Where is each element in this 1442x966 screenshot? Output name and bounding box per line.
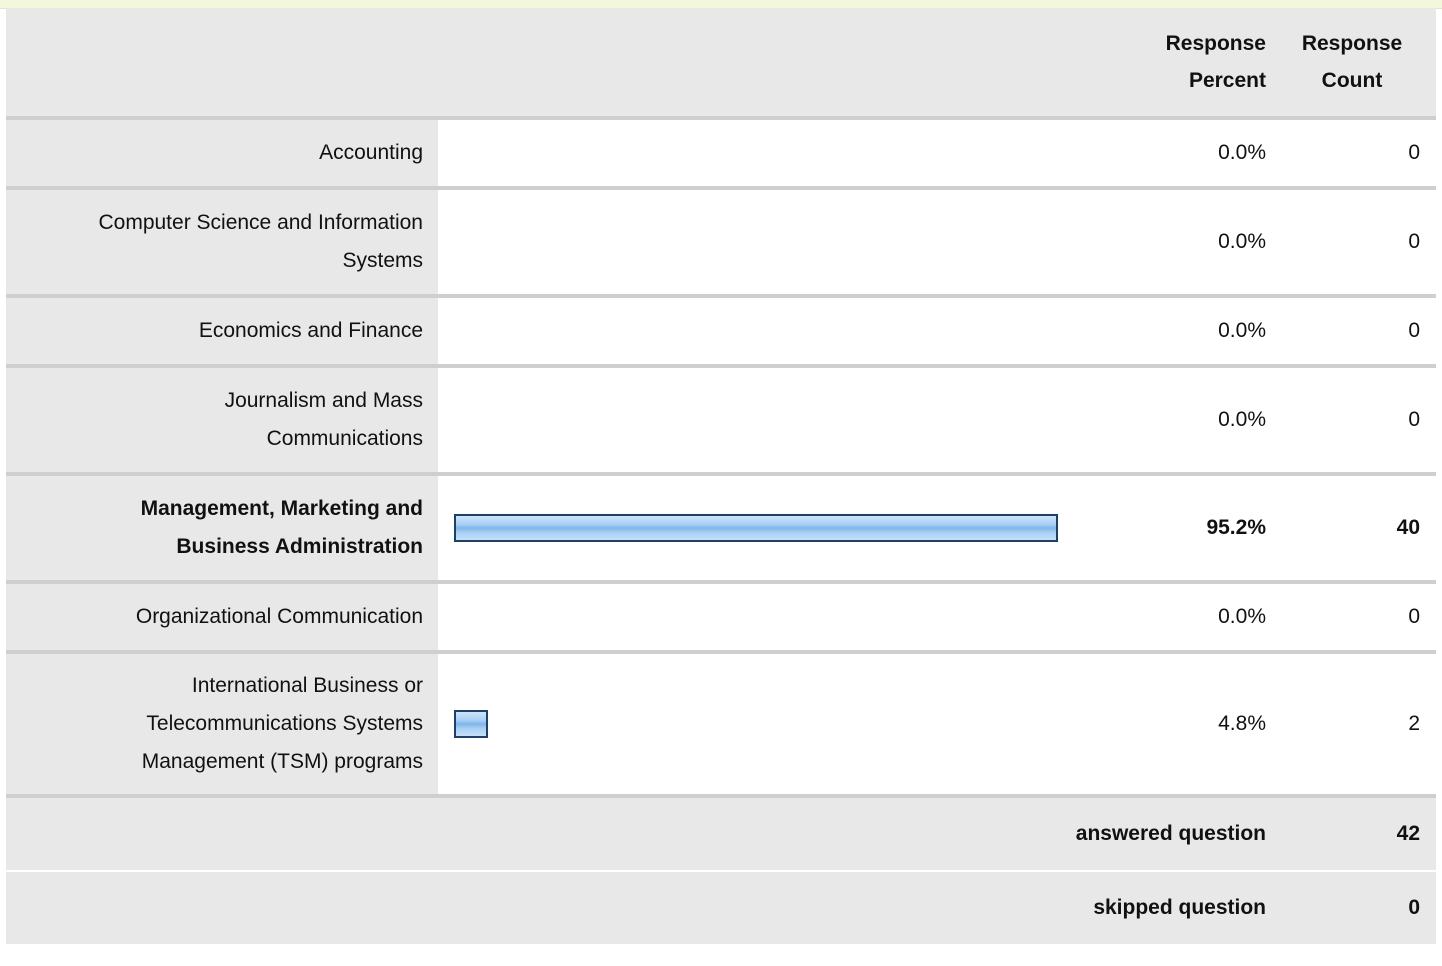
response-count: 0 [1268,120,1436,186]
table-row: Organizational Communication 0.0% 0 [6,584,1436,650]
response-bar-cell [438,368,1102,472]
response-bar-cell [438,190,1102,294]
response-count: 0 [1268,584,1436,650]
answer-option-label-line: Economics and Finance [198,319,423,342]
response-count: 2 [1268,654,1436,794]
answer-option-label-line: Telecommunications Systems [146,712,423,735]
header-response-percent: Response Percent [1102,8,1268,116]
answered-question-value: 42 [1268,798,1436,870]
answer-option-label: Economics and Finance [6,298,438,364]
answer-option-label-line: Management, Marketing and [140,497,423,520]
table-row: Economics and Finance 0.0% 0 [6,298,1436,364]
answer-option-label: Organizational Communication [6,584,438,650]
response-count: 0 [1268,190,1436,294]
answered-question-label: answered question [6,798,1268,870]
skipped-question-value: 0 [1268,872,1436,944]
response-percent: 0.0% [1102,120,1268,186]
header-response-count: Response Count [1268,8,1436,116]
answered-question-row: answered question 42 [6,798,1436,870]
response-bar-track [454,514,1088,542]
answer-option-label: Accounting [6,120,438,186]
skipped-question-row: skipped question 0 [6,872,1436,944]
answer-option-label: Computer Science and Information Systems [6,190,438,294]
table-row: Computer Science and Information Systems 0… [6,190,1436,294]
response-percent: 0.0% [1102,298,1268,364]
table-row: Accounting 0.0% 0 [6,120,1436,186]
header-count-line2: Count [1321,69,1383,92]
answer-option-label-line: International Business or [191,674,423,697]
response-count: 40 [1268,476,1436,580]
answer-option-label-line: Journalism and Mass [224,389,423,412]
response-count: 0 [1268,298,1436,364]
answer-option-label-line: Systems [342,249,423,272]
header-percent-line1: Response [1165,32,1266,55]
response-bar-cell [438,120,1102,186]
response-bar-cell [438,584,1102,650]
table-row: Journalism and Mass Communications 0.0% 0 [6,368,1436,472]
response-percent: 0.0% [1102,190,1268,294]
response-percent: 0.0% [1102,368,1268,472]
table-header-row: Response Percent Response Count [6,8,1436,116]
answer-option-label: Journalism and Mass Communications [6,368,438,472]
answer-option-label: Management, Marketing and Business Admini… [6,476,438,580]
response-bar [454,514,1058,542]
response-bar-track [454,710,1088,738]
answer-option-label-line: Organizational Communication [135,605,423,628]
table-row: Management, Marketing and Business Admini… [6,476,1436,580]
response-percent: 0.0% [1102,584,1268,650]
answer-option-label-line: Business Administration [176,535,423,558]
response-bar-cell [438,654,1102,794]
table-body: Accounting 0.0% 0 Computer Science and Info… [6,116,1436,794]
response-percent: 4.8% [1102,654,1268,794]
response-bar-cell [438,298,1102,364]
header-percent-line2: Percent [1188,69,1266,92]
response-count: 0 [1268,368,1436,472]
response-bar [454,710,488,738]
survey-results-table: Response Percent Response Count Accounti… [6,8,1436,944]
answer-option-label-line: Management (TSM) programs [141,750,423,773]
header-count-line1: Response [1301,32,1403,55]
answer-option-label-line: Accounting [319,141,423,164]
answer-option-label: International Business or Telecommunicati… [6,654,438,794]
response-bar-cell [438,476,1102,580]
table-row: International Business or Telecommunicati… [6,654,1436,794]
answer-option-label-line: Communications [266,427,423,450]
header-blank [6,8,438,116]
response-percent: 95.2% [1102,476,1268,580]
answer-option-label-line: Computer Science and Information [98,211,423,234]
skipped-question-label: skipped question [6,872,1268,944]
header-blank-bar [438,8,1102,116]
